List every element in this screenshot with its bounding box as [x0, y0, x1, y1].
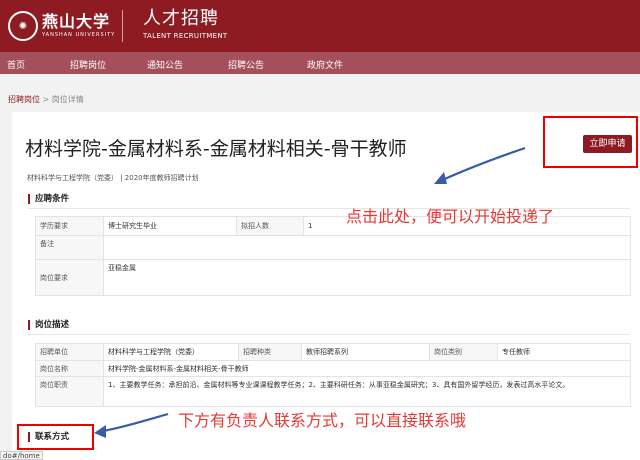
annotation-arrows: [94, 146, 526, 438]
status-bar-url: do#/home: [0, 451, 43, 460]
contact-arrowhead-icon: [94, 425, 106, 438]
apply-arrowhead-icon: [434, 172, 447, 184]
apply-arrow-icon: [437, 146, 526, 184]
contact-arrow-icon: [97, 412, 169, 434]
